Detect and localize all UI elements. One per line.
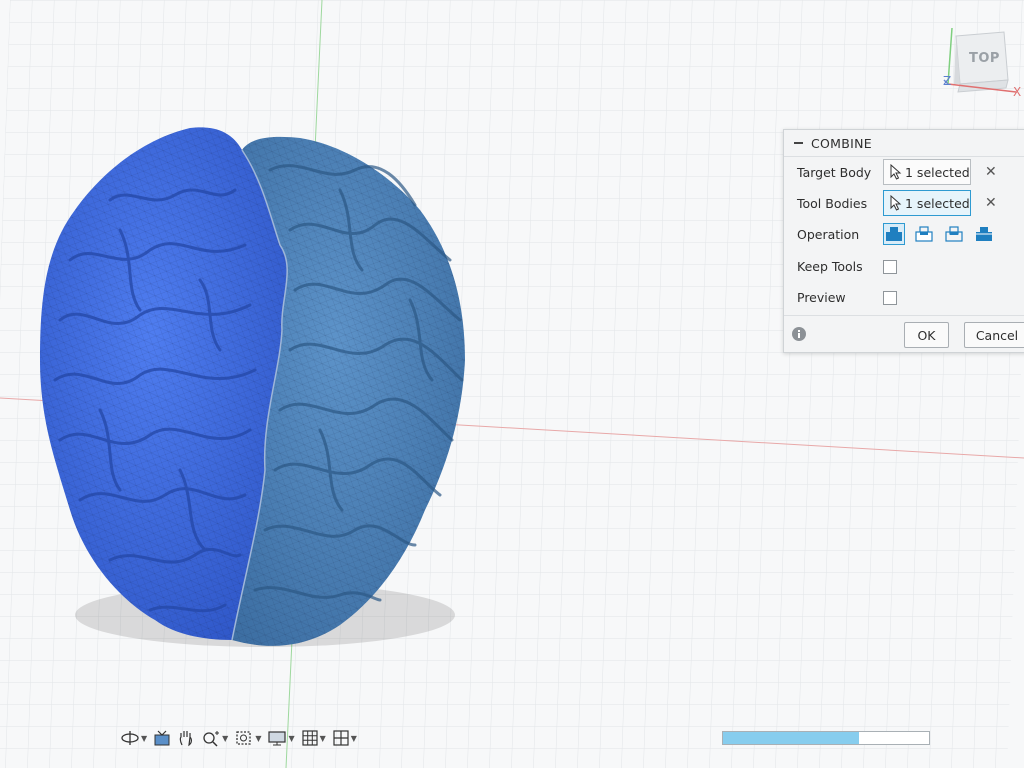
navigation-bar: ▼ ▼ ▼ ▼ ▼ ▼ — [118, 724, 370, 752]
target-body-row: Target Body 1 selected ✕ — [797, 159, 997, 185]
join-icon[interactable] — [883, 223, 905, 245]
operation-row: Operation — [797, 223, 1003, 245]
zoom-icon[interactable]: ▼ — [199, 725, 230, 751]
progress-fill — [723, 732, 859, 744]
intersect-icon[interactable] — [943, 223, 965, 245]
display-settings-icon[interactable]: ▼ — [265, 725, 296, 751]
axis-label-x: X — [1013, 85, 1022, 99]
info-icon[interactable] — [791, 326, 807, 342]
cancel-button[interactable]: Cancel — [964, 322, 1024, 348]
combine-dialog: COMBINE Target Body 1 selected ✕ Tool Bo… — [783, 129, 1024, 353]
keep-tools-checkbox[interactable] — [883, 259, 897, 274]
target-body-selector[interactable]: 1 selected — [883, 159, 971, 185]
fit-icon[interactable]: ▼ — [232, 725, 263, 751]
viewcube[interactable]: TOP Z X — [940, 22, 1024, 102]
preview-row: Preview — [797, 290, 897, 305]
collapse-icon[interactable] — [794, 142, 803, 144]
orbit-icon[interactable]: ▼ — [118, 725, 149, 751]
tool-bodies-label: Tool Bodies — [797, 195, 868, 211]
preview-checkbox[interactable] — [883, 290, 897, 305]
tool-bodies-selector[interactable]: 1 selected — [883, 190, 971, 216]
tool-bodies-row: Tool Bodies 1 selected ✕ — [797, 190, 997, 216]
clear-tool-bodies-icon[interactable]: ✕ — [985, 195, 997, 211]
axis-label-z: Z — [943, 74, 952, 88]
progress-bar — [722, 731, 930, 745]
grid-icon[interactable]: ▼ — [299, 725, 328, 751]
viewports-icon[interactable]: ▼ — [330, 725, 359, 751]
new-body-icon[interactable] — [973, 223, 995, 245]
tool-bodies-value: 1 selected — [905, 195, 970, 211]
dialog-title: COMBINE — [811, 135, 872, 151]
cut-icon[interactable] — [913, 223, 935, 245]
target-body-label: Target Body — [797, 164, 872, 180]
look-at-icon[interactable] — [151, 725, 173, 751]
operation-label: Operation — [797, 226, 860, 242]
pan-icon[interactable] — [175, 725, 197, 751]
target-body-value: 1 selected — [905, 164, 970, 180]
canvas-viewport[interactable] — [0, 0, 1024, 768]
cursor-arrow-icon — [890, 195, 902, 211]
clear-target-body-icon[interactable]: ✕ — [985, 164, 997, 180]
cursor-arrow-icon — [890, 164, 902, 180]
ok-button[interactable]: OK — [904, 322, 949, 348]
viewcube-face-label[interactable]: TOP — [969, 51, 1000, 66]
dialog-footer: OK Cancel — [784, 315, 1024, 352]
keep-tools-label: Keep Tools — [797, 259, 863, 274]
dialog-header[interactable]: COMBINE — [784, 130, 1024, 157]
preview-label: Preview — [797, 290, 846, 305]
keep-tools-row: Keep Tools — [797, 259, 897, 274]
